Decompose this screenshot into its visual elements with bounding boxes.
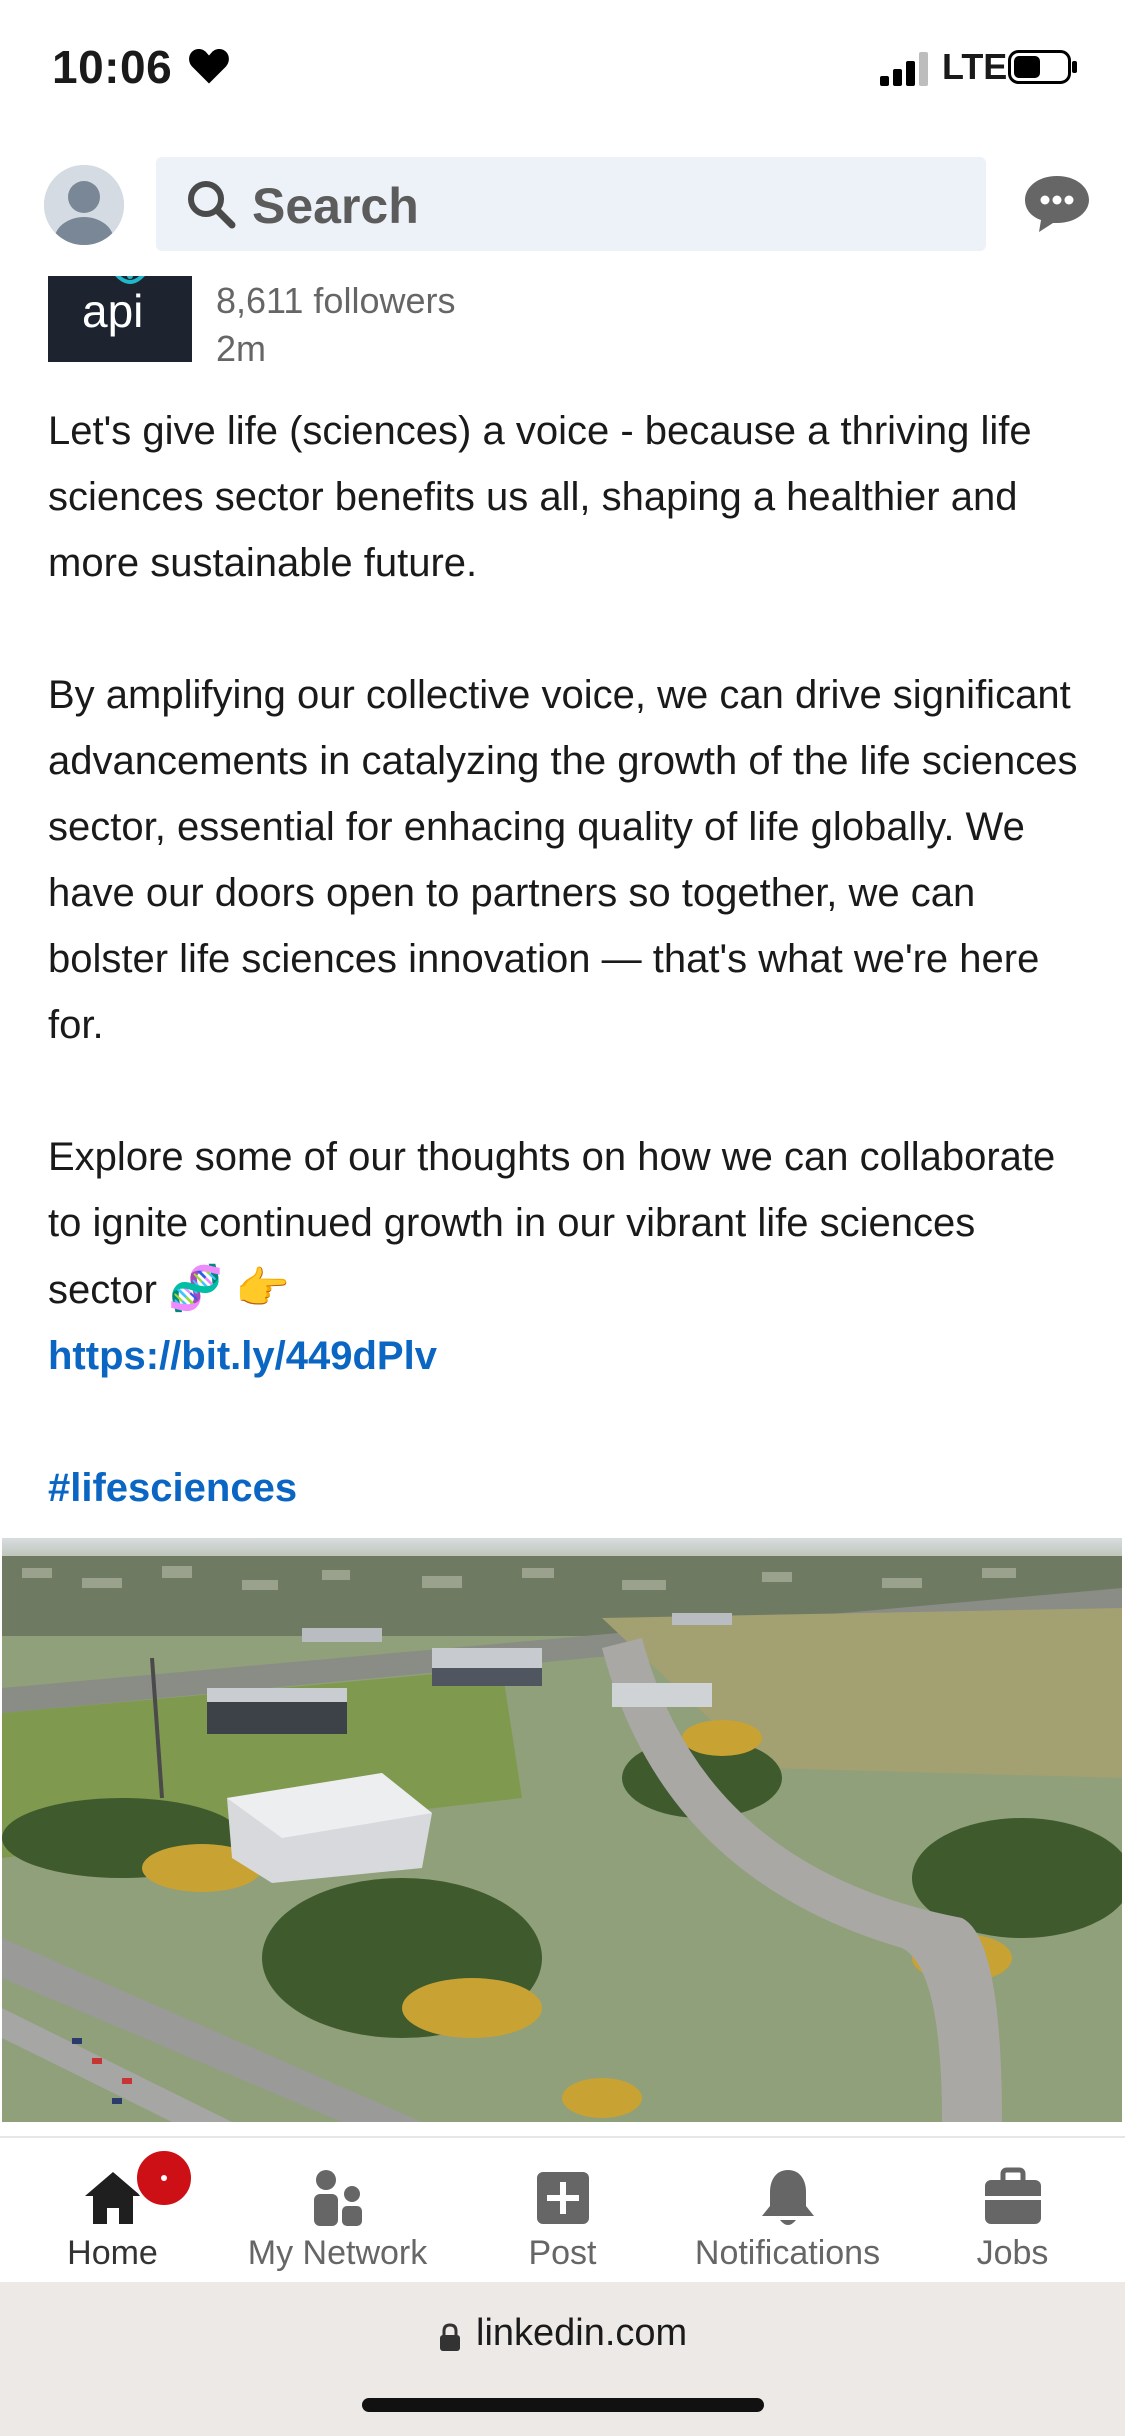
post-time: 2m: [216, 328, 267, 369]
nav-post-label: Post: [528, 2234, 597, 2272]
messaging-icon[interactable]: [1022, 172, 1092, 236]
search-icon: [188, 181, 236, 229]
nav-notifications[interactable]: Notifications: [675, 2138, 900, 2284]
status-bar: 10:06 LTE: [0, 0, 1125, 140]
bottom-navigation: Home My Network Post Notifications Jobs: [0, 2136, 1125, 2284]
network-icon: [313, 2170, 362, 2226]
search-bar[interactable]: Search: [156, 157, 986, 251]
avatar[interactable]: [44, 165, 124, 245]
post-icon: [536, 2172, 589, 2224]
dna-pointing-emoji-icon: 🧬 👉: [168, 1264, 290, 1313]
post-paragraph-2: By amplifying our collective voice, we c…: [48, 673, 1078, 1047]
nav-home-label: Home: [67, 2234, 158, 2272]
network-type: LTE: [942, 46, 1008, 87]
post-text: Let's give life (sciences) a voice - bec…: [48, 398, 1088, 1521]
nav-my-network-label: My Network: [247, 2234, 428, 2272]
lock-icon: [440, 2323, 460, 2351]
nav-notifications-label: Notifications: [694, 2234, 881, 2272]
company-logo[interactable]: api: [48, 276, 192, 362]
follower-count: 8,611 followers: [216, 280, 456, 321]
home-indicator[interactable]: [362, 2398, 764, 2412]
post-link[interactable]: https://bit.ly/449dPlv: [48, 1334, 437, 1378]
post-paragraph-1: Let's give life (sciences) a voice - bec…: [48, 409, 1032, 585]
url-text: linkedin.com: [476, 2312, 688, 2354]
post-paragraph-3: Explore some of our thoughts on how we c…: [48, 1124, 1088, 1323]
nav-jobs[interactable]: Jobs: [900, 2138, 1125, 2284]
heart-icon: [189, 49, 229, 84]
post-image[interactable]: [2, 1538, 1122, 2122]
battery-icon: [1008, 50, 1077, 84]
browser-url-bar[interactable]: linkedin.com: [0, 2282, 1125, 2436]
bell-icon: [761, 2170, 814, 2225]
search-placeholder: Search: [252, 178, 419, 234]
briefcase-icon: [984, 2167, 1041, 2224]
status-time: 10:06: [52, 41, 173, 93]
nav-jobs-label: Jobs: [976, 2234, 1049, 2272]
company-logo-text: api: [82, 285, 144, 337]
signal-icon: [880, 52, 928, 86]
nav-home[interactable]: Home: [0, 2138, 225, 2284]
hashtag-link[interactable]: #lifesciences: [48, 1466, 297, 1510]
nav-post[interactable]: Post: [450, 2138, 675, 2284]
nav-my-network[interactable]: My Network: [225, 2138, 450, 2284]
avatar-silhouette-icon: [44, 165, 124, 245]
aerial-campus-photo: [2, 1538, 1122, 2122]
notification-badge: [134, 2148, 194, 2208]
